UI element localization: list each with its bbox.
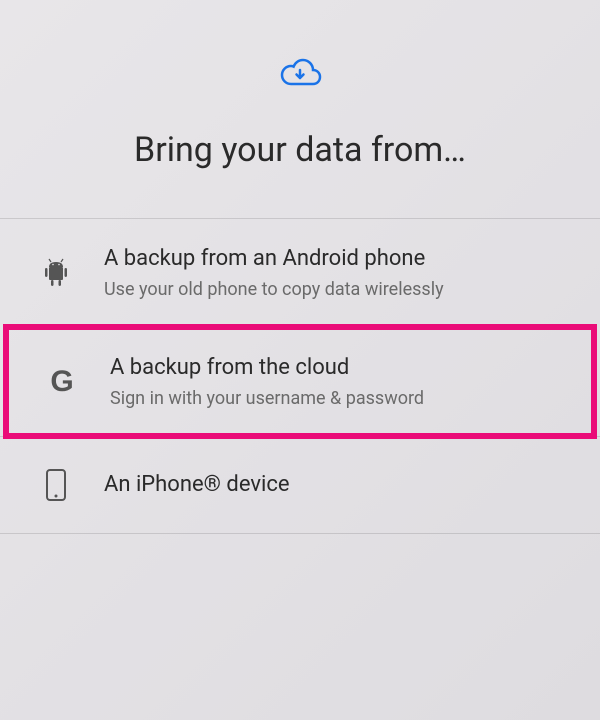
- option-title: A backup from the cloud: [110, 354, 424, 383]
- option-android-backup[interactable]: A backup from an Android phone Use your …: [0, 218, 600, 327]
- option-subtitle: Sign in with your username & password: [110, 387, 424, 410]
- options-list: A backup from an Android phone Use your …: [0, 218, 600, 534]
- google-g-icon: G: [38, 365, 86, 399]
- option-title: An iPhone® device: [104, 471, 290, 500]
- page-title: Bring your data from…: [134, 130, 466, 170]
- option-title: A backup from an Android phone: [104, 245, 444, 274]
- cloud-download-icon: [276, 50, 324, 98]
- option-cloud-backup[interactable]: G A backup from the cloud Sign in with y…: [6, 327, 594, 436]
- option-iphone[interactable]: An iPhone® device: [0, 436, 600, 534]
- phone-icon: [32, 469, 80, 501]
- option-subtitle: Use your old phone to copy data wireless…: [104, 278, 444, 301]
- android-icon: [32, 258, 80, 288]
